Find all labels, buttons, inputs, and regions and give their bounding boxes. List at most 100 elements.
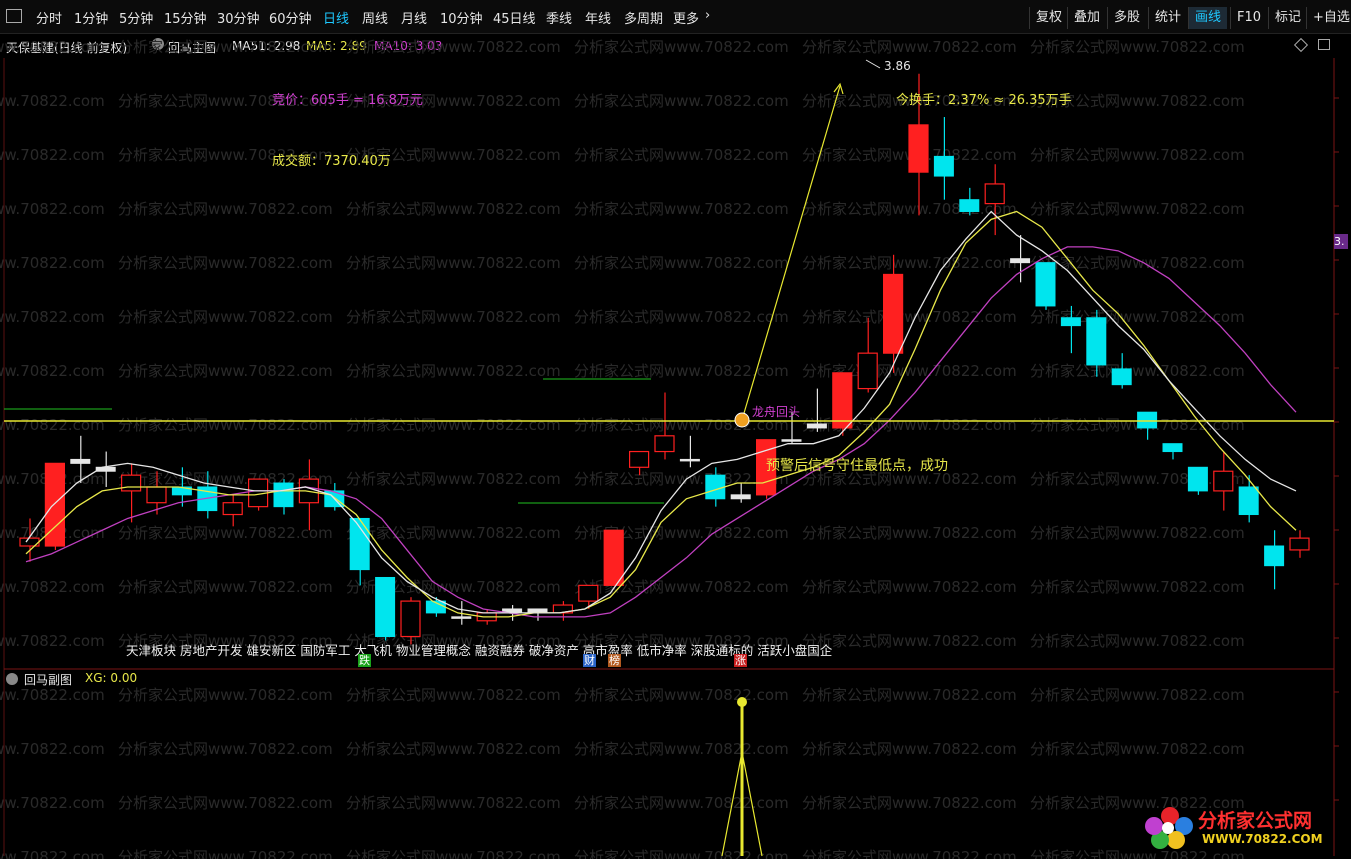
badge-finance[interactable]: 财 — [583, 654, 596, 667]
turnover-rate-annotation: 今换手：2.37% ≈ 26.35万手 — [896, 93, 1072, 108]
watermark-text: 分析家公式网www.70822.com — [0, 308, 105, 326]
watermark-text: 分析家公式网www.70822.com — [0, 38, 105, 56]
watermark-text: 分析家公式网www.70822.com — [0, 686, 105, 704]
watermark-text: 分析家公式网www.70822.com — [1030, 740, 1245, 758]
xg-signal-dot — [737, 697, 747, 707]
watermark-text: 分析家公式网www.70822.com — [1030, 38, 1245, 56]
watermark-text: 分析家公式网www.70822.com — [346, 848, 561, 859]
watermark-text: 分析家公式网www.70822.com — [574, 92, 789, 110]
moving-averages — [25, 210, 1297, 618]
badge-rise[interactable]: 涨 — [734, 654, 747, 667]
candle-body-down — [273, 482, 294, 508]
watermark-text: 分析家公式网www.70822.com — [1030, 686, 1245, 704]
candle-body-down — [1035, 262, 1056, 307]
watermark-text: 分析家公式网www.70822.com — [802, 200, 1017, 218]
candle-body-down — [1010, 258, 1031, 264]
watermark-text: 分析家公式网www.70822.com — [118, 308, 333, 326]
watermark-text: 分析家公式网www.70822.com — [118, 362, 333, 380]
candle-body-down — [1162, 443, 1183, 453]
signal-label: 龙舟回头 — [752, 405, 801, 419]
candle-body-up — [882, 273, 904, 354]
sub-indicator-dropdown-icon[interactable] — [6, 673, 18, 685]
candle-body-up — [628, 450, 650, 468]
sub-indicator-name[interactable]: 回马副图 — [24, 671, 72, 688]
watermark-text: 分析家公式网www.70822.com — [574, 740, 789, 758]
watermark-text: 分析家公式网www.70822.com — [1030, 524, 1245, 542]
candle-body-up — [578, 584, 599, 602]
watermark-text: 分析家公式网www.70822.com — [118, 794, 333, 812]
watermark-text: 分析家公式网www.70822.com — [118, 416, 333, 434]
watermark-text: 分析家公式网www.70822.com — [346, 686, 561, 704]
watermark-text: 分析家公式网www.70822.com — [0, 416, 105, 434]
candle-body-up — [400, 600, 421, 638]
chart-frame — [3, 58, 1339, 856]
watermark-text: 分析家公式网www.70822.com — [574, 38, 789, 56]
watermark-text: 分析家公式网www.70822.com — [118, 38, 333, 56]
candle-body-down — [1187, 466, 1208, 492]
watermark-text: 分析家公式网www.70822.com — [802, 794, 1017, 812]
sector-tags: 天津板块 房地产开发 雄安新区 国防军工 大飞机 物业管理概念 融资融券 破净资… — [126, 643, 833, 658]
watermark-text: 分析家公式网www.70822.com — [346, 308, 561, 326]
watermark-text: 分析家公式网www.70822.com — [346, 38, 561, 56]
logo-title: 分析家公式网 — [1198, 810, 1313, 832]
badge-ranking[interactable]: 榜 — [608, 654, 621, 667]
candle-body-up — [832, 372, 853, 429]
watermark-text: 分析家公式网www.70822.com — [346, 200, 561, 218]
candle-body-down — [451, 616, 472, 619]
watermark-text: 分析家公式网www.70822.com — [802, 740, 1017, 758]
watermark-text: 分析家公式网www.70822.com — [0, 92, 105, 110]
watermark-text: 分析家公式网www.70822.com — [346, 254, 561, 272]
watermark-text: 分析家公式网www.70822.com — [0, 632, 105, 650]
candle-body-down — [705, 474, 726, 500]
watermark-text: 分析家公式网www.70822.com — [574, 308, 789, 326]
watermark-text: 分析家公式网www.70822.com — [1030, 470, 1245, 488]
watermark-text: 分析家公式网www.70822.com — [118, 740, 333, 758]
candle-body-down — [375, 576, 396, 638]
badge-fall[interactable]: 跌 — [358, 654, 371, 667]
flower-logo-icon — [1145, 807, 1193, 849]
candle-body-down — [1086, 317, 1107, 366]
candle-body-down — [1060, 317, 1081, 327]
watermark-text: 分析家公式网www.70822.com — [802, 524, 1017, 542]
watermark-text: 分析家公式网www.70822.com — [802, 254, 1017, 272]
candle-body-up — [1213, 470, 1234, 492]
candle-body-down — [730, 494, 751, 500]
candlestick-chart[interactable]: 分析家公式网www.70822.com 分析家公式网www.70822.com 分析… — [0, 0, 1351, 859]
candle-body-down — [1238, 486, 1259, 516]
watermark-text: 分析家公式网www.70822.com — [346, 362, 561, 380]
candle-body-up — [120, 474, 142, 492]
bid-annotation: 竞价：605手 = 16.8万元 — [272, 93, 423, 108]
candle-body-down — [1111, 368, 1132, 386]
candle-body-up — [1289, 537, 1310, 551]
watermark-text: 分析家公式网www.70822.com — [574, 146, 789, 164]
watermark-text: 分析家公式网www.70822.com — [802, 686, 1017, 704]
watermark-text: 分析家公式网www.70822.com — [346, 794, 561, 812]
watermark-text: 分析家公式网www.70822.com — [574, 686, 789, 704]
watermark-text: 分析家公式网www.70822.com — [118, 686, 333, 704]
watermark-text: 分析家公式网www.70822.com — [802, 848, 1017, 859]
watermark-text: 分析家公式网www.70822.com — [0, 146, 105, 164]
watermark-text: 分析家公式网www.70822.com — [802, 578, 1017, 596]
watermark-text: 分析家公式网www.70822.com — [118, 524, 333, 542]
watermark-text: 分析家公式网www.70822.com — [0, 848, 105, 859]
watermark-text: 分析家公式网www.70822.com — [574, 254, 789, 272]
watermark-text: 分析家公式网www.70822.com — [346, 470, 561, 488]
high-price-label: 3.86 — [884, 59, 911, 73]
watermark-text: 分析家公式网www.70822.com — [574, 200, 789, 218]
watermark-text: 分析家公式网www.70822.com — [1030, 578, 1245, 596]
candle-body-up — [222, 502, 243, 516]
candle-body-down — [806, 423, 827, 429]
turnover-amount-annotation: 成交额：7370.40万 — [272, 154, 391, 169]
watermark-layer: 分析家公式网www.70822.com 分析家公式网www.70822.com 分析… — [0, 38, 1245, 859]
candle-body-up — [603, 529, 624, 586]
candle-body-up — [146, 486, 167, 504]
watermark-text: 分析家公式网www.70822.com — [346, 524, 561, 542]
candle-body-down — [781, 439, 802, 442]
watermark-text: 分析家公式网www.70822.com — [0, 740, 105, 758]
watermark-text: 分析家公式网www.70822.com — [802, 38, 1017, 56]
watermark-text: 分析家公式网www.70822.com — [1030, 362, 1245, 380]
watermark-text: 分析家公式网www.70822.com — [1030, 200, 1245, 218]
watermark-text: 分析家公式网www.70822.com — [118, 578, 333, 596]
watermark-text: 分析家公式网www.70822.com — [118, 848, 333, 859]
candle-body-down — [679, 458, 700, 462]
